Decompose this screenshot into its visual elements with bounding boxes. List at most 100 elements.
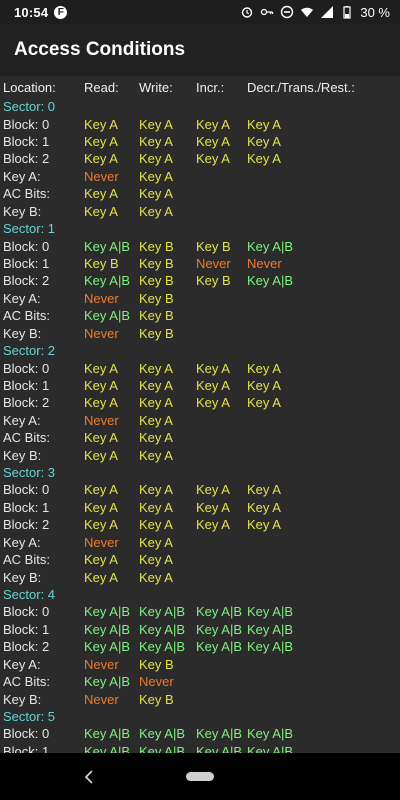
write-value: Key A bbox=[139, 116, 173, 132]
incr-value: Key A|B bbox=[196, 621, 243, 637]
header-incr: Incr.: bbox=[196, 79, 225, 95]
row-label: AC Bits: bbox=[3, 430, 50, 446]
header-decr-trans-rest: Decr./Trans./Rest.: bbox=[247, 79, 355, 95]
read-value: Key A bbox=[84, 430, 118, 446]
status-right: 30 % bbox=[240, 5, 390, 20]
incr-value: Key A|B bbox=[196, 604, 243, 620]
write-value: Key A bbox=[139, 430, 173, 446]
read-value: Never bbox=[84, 412, 119, 428]
incr-value: Key B bbox=[196, 238, 231, 254]
write-value: Key A bbox=[139, 203, 173, 219]
incr-value: Key A bbox=[196, 395, 230, 411]
list-item: Key B: Key A Key A bbox=[0, 203, 400, 220]
sector-label: Sector: 0 bbox=[3, 99, 56, 115]
read-value: Key A|B bbox=[84, 308, 131, 324]
list-item: Block: 0 Key A|B Key A|B Key A|B Key A|B bbox=[0, 725, 400, 742]
home-pill-button[interactable] bbox=[186, 772, 214, 781]
incr-value: Key A bbox=[196, 151, 230, 167]
row-label: AC Bits: bbox=[3, 186, 50, 202]
decr-value: Key A|B bbox=[247, 726, 294, 742]
header-read: Read: bbox=[84, 79, 119, 95]
read-value: Key A bbox=[84, 151, 118, 167]
write-value: Key A bbox=[139, 134, 173, 150]
row-label: Key B: bbox=[3, 447, 42, 463]
list-item: Key B: Key A Key A bbox=[0, 568, 400, 585]
read-value: Key A bbox=[84, 186, 118, 202]
write-value: Key A bbox=[139, 377, 173, 393]
row-label: Block: 0 bbox=[3, 238, 50, 254]
write-value: Key B bbox=[139, 238, 174, 254]
row-label: Block: 1 bbox=[3, 256, 50, 271]
read-value: Key A|B bbox=[84, 726, 131, 742]
decr-value: Key A bbox=[247, 377, 281, 393]
list-item: Block: 1 Key A Key A Key A Key A bbox=[0, 499, 400, 516]
write-value: Key A bbox=[139, 186, 173, 202]
sector-header-row: Sector: 4 bbox=[0, 586, 400, 603]
write-value: Key A bbox=[139, 360, 173, 376]
write-value: Key B bbox=[139, 656, 174, 672]
row-label: Block: 2 bbox=[3, 639, 50, 655]
incr-value: Key A|B bbox=[196, 726, 243, 742]
row-label: Block: 2 bbox=[3, 273, 50, 289]
decr-value: Key A bbox=[247, 499, 281, 515]
row-label: Block: 0 bbox=[3, 604, 50, 620]
read-value: Key A bbox=[84, 499, 118, 515]
sector-header-row: Sector: 2 bbox=[0, 342, 400, 359]
signal-icon bbox=[321, 6, 334, 18]
row-label: Block: 0 bbox=[3, 726, 50, 742]
list-item: Block: 2 Key A|B Key B Key B Key A|B bbox=[0, 272, 400, 289]
read-value: Never bbox=[84, 534, 119, 550]
list-item: Block: 2 Key A Key A Key A Key A bbox=[0, 516, 400, 533]
list-item: Block: 1 Key A|B Key A|B Key A|B Key A|B bbox=[0, 743, 400, 753]
read-value: Key A|B bbox=[84, 273, 131, 289]
read-value: Never bbox=[84, 168, 119, 184]
back-button[interactable] bbox=[80, 768, 98, 786]
decr-value: Key A|B bbox=[247, 639, 294, 655]
sector-label: Sector: 2 bbox=[3, 343, 56, 359]
list-item: Key A: Never Key A bbox=[0, 168, 400, 185]
list-item: Block: 0 Key A Key A Key A Key A bbox=[0, 359, 400, 376]
read-value: Key A bbox=[84, 569, 118, 585]
row-label: Key A: bbox=[3, 534, 41, 550]
write-value: Key A bbox=[139, 569, 173, 585]
decr-value: Key A bbox=[247, 116, 281, 132]
decr-value: Key A|B bbox=[247, 743, 294, 753]
list-item: Key A: Never Key A bbox=[0, 534, 400, 551]
incr-value: Key A bbox=[196, 116, 230, 132]
read-value: Key A bbox=[84, 116, 118, 132]
read-value: Key A|B bbox=[84, 621, 131, 637]
list-item: Key B: Never Key B bbox=[0, 324, 400, 341]
sector-header-row: Sector: 3 bbox=[0, 464, 400, 481]
access-conditions-list[interactable]: Sector: 0 Block: 0 Key A Key A Key A Key A Blo… bbox=[0, 98, 400, 753]
write-value: Key A bbox=[139, 168, 173, 184]
row-label: AC Bits: bbox=[3, 552, 50, 568]
decr-value: Key A bbox=[247, 151, 281, 167]
status-left: 10:54 F bbox=[14, 5, 68, 20]
list-item: AC Bits: Key A Key A bbox=[0, 551, 400, 568]
decr-value: Key A bbox=[247, 360, 281, 376]
read-value: Key A bbox=[84, 447, 118, 463]
incr-value: Key A bbox=[196, 360, 230, 376]
write-value: Key A bbox=[139, 517, 173, 533]
sector-label: Sector: 5 bbox=[3, 708, 56, 724]
list-item: Key B: Key A Key A bbox=[0, 446, 400, 463]
chevron-left-icon bbox=[84, 770, 93, 784]
decr-value: Never bbox=[247, 256, 282, 271]
list-item: Key A: Never Key B bbox=[0, 290, 400, 307]
read-value: Never bbox=[84, 325, 119, 341]
read-value: Key A|B bbox=[84, 238, 131, 254]
write-value: Key A bbox=[139, 447, 173, 463]
read-value: Key A bbox=[84, 134, 118, 150]
write-value: Key B bbox=[139, 691, 174, 707]
write-value: Key A bbox=[139, 395, 173, 411]
read-value: Key A bbox=[84, 552, 118, 568]
wifi-icon bbox=[301, 7, 314, 17]
read-value: Key A|B bbox=[84, 639, 131, 655]
app-bar: Access Conditions bbox=[0, 24, 400, 76]
write-value: Never bbox=[139, 674, 174, 690]
row-label: Block: 1 bbox=[3, 134, 50, 150]
sector-label: Sector: 3 bbox=[3, 465, 56, 481]
list-item: AC Bits: Key A|B Key B bbox=[0, 307, 400, 324]
app-notification-icon: F bbox=[54, 5, 68, 19]
write-value: Key B bbox=[139, 290, 174, 306]
